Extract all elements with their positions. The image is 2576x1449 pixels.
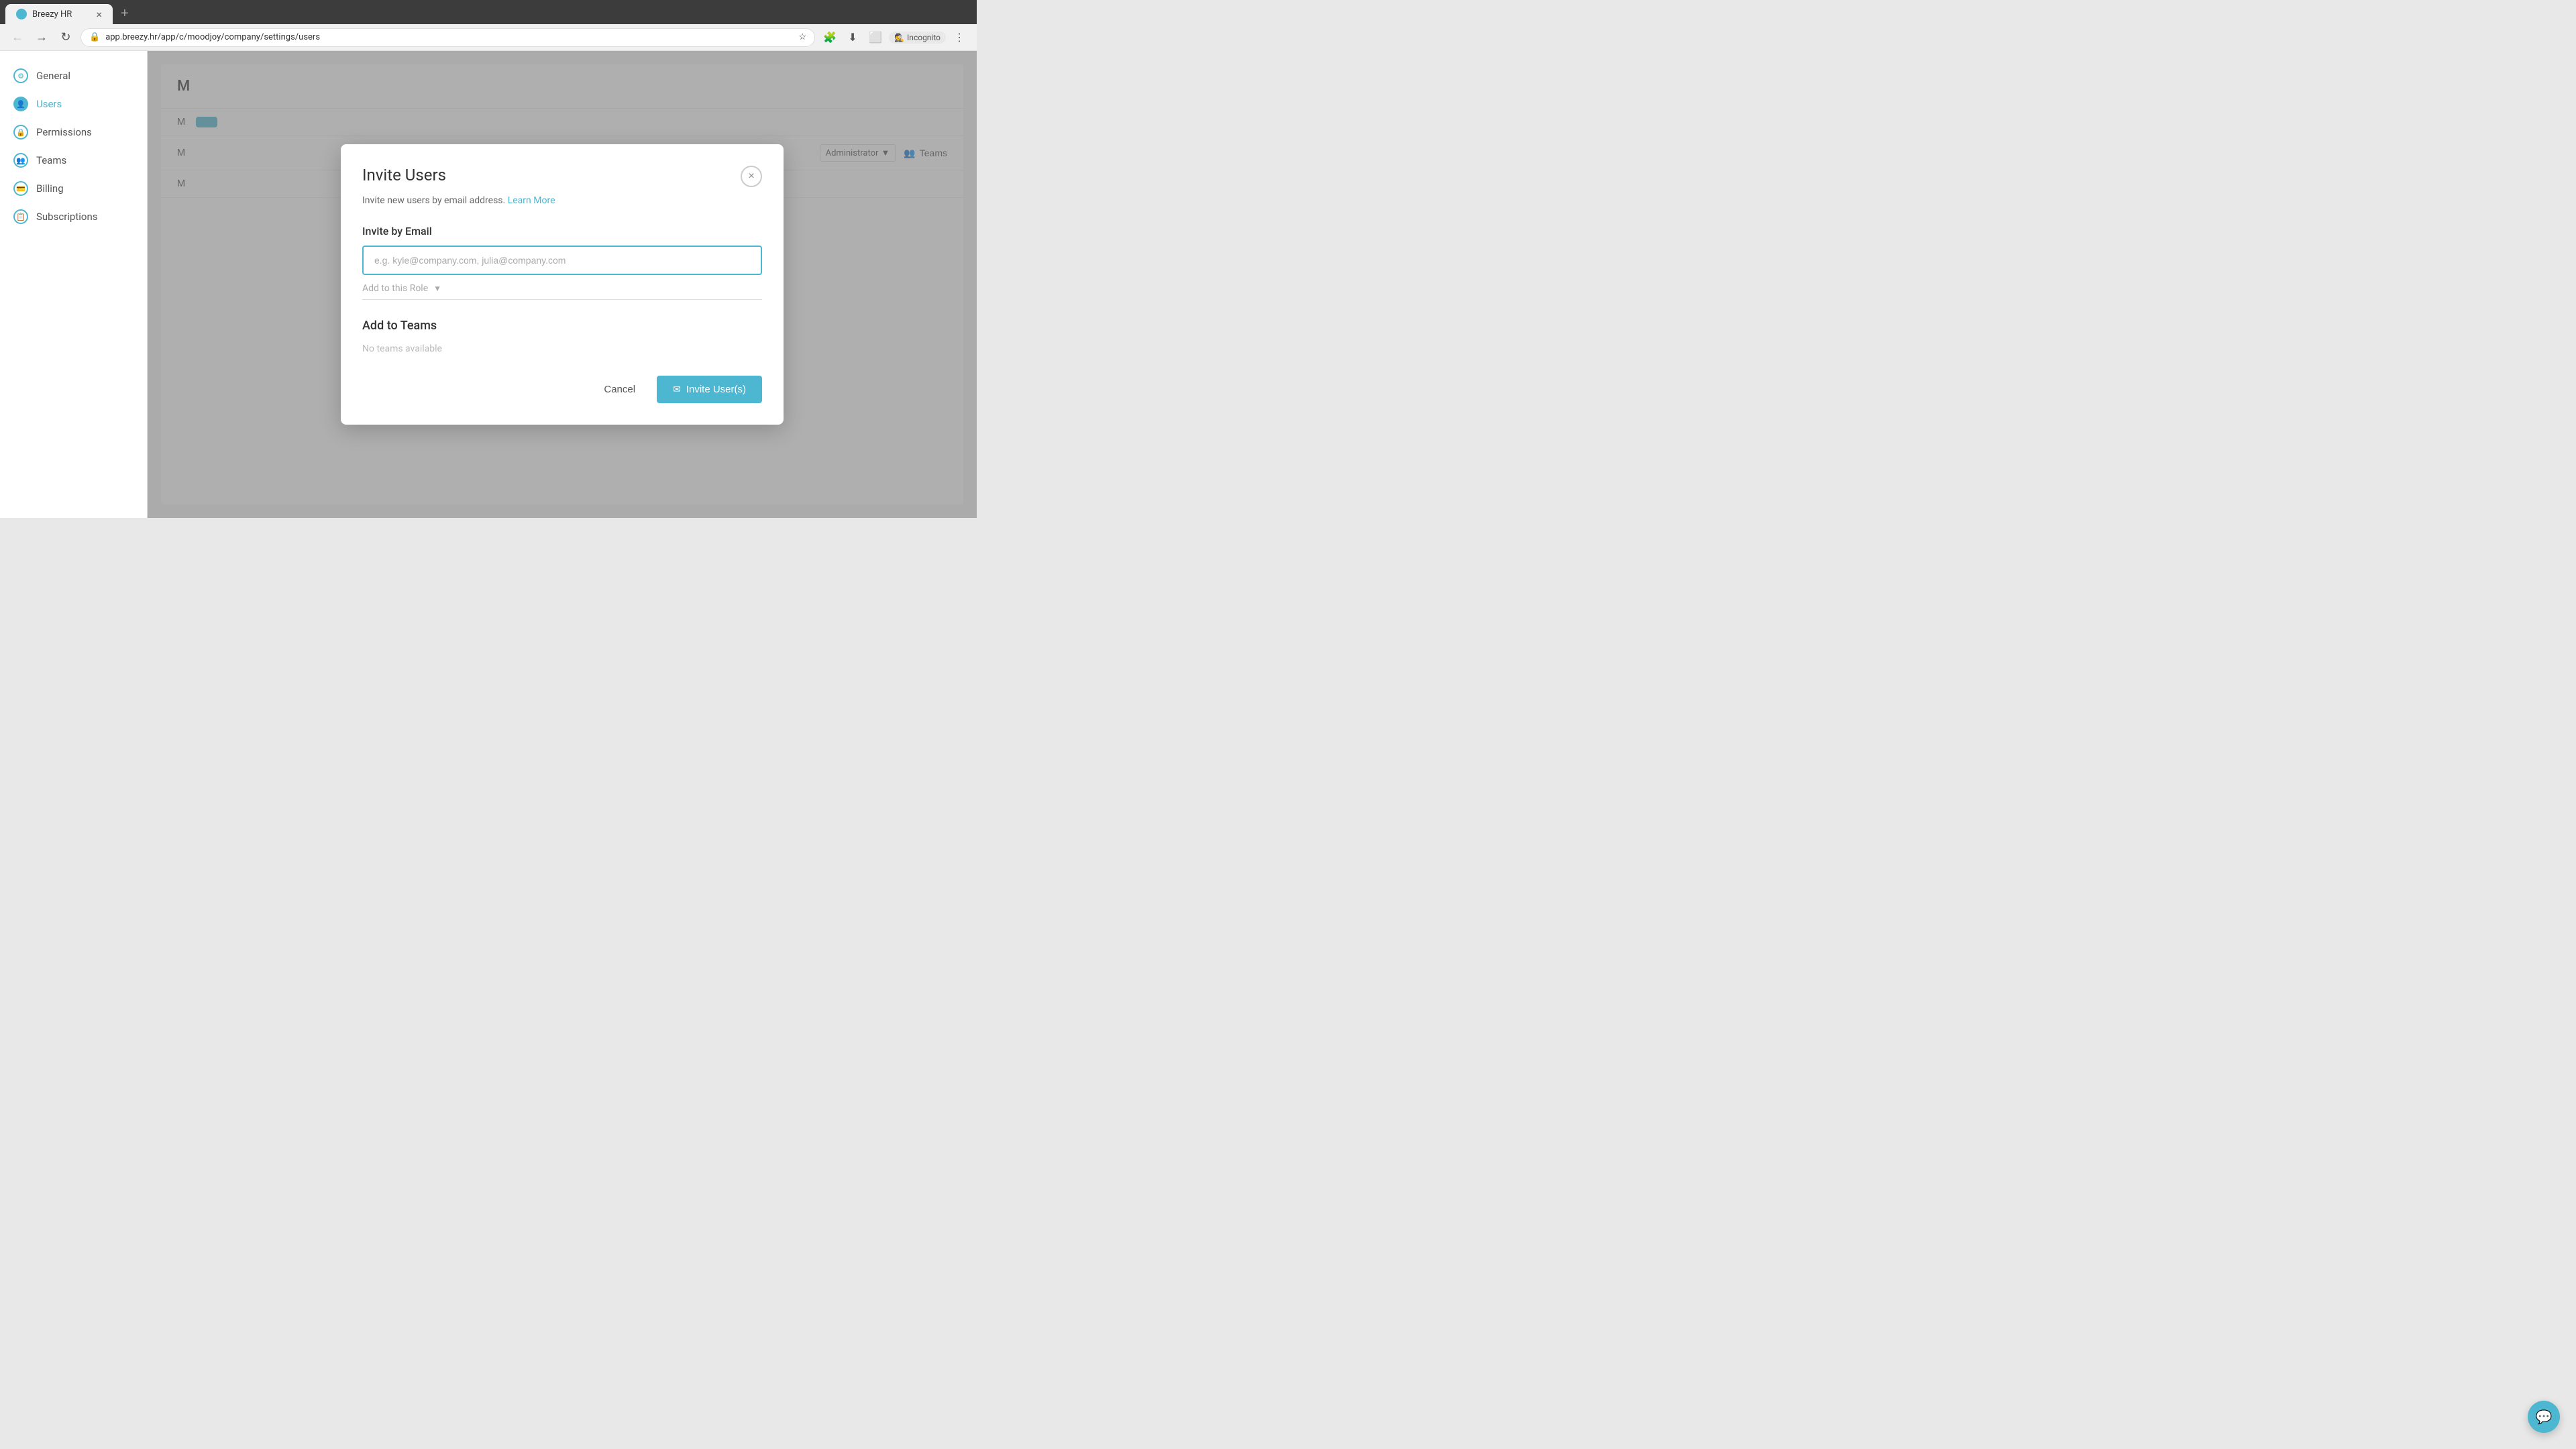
address-bar[interactable]: 🔒 app.breezy.hr/app/c/moodjoy/company/se… [80, 28, 815, 47]
role-dropdown-arrow: ▼ [433, 284, 441, 293]
users-icon: 👤 [13, 97, 28, 111]
modal-close-button[interactable]: × [741, 166, 762, 187]
no-teams-available-text: No teams available [362, 343, 762, 354]
subscriptions-icon: 📋 [13, 209, 28, 224]
permissions-icon: 🔒 [13, 125, 28, 140]
chat-icon: 💬 [2536, 1409, 2553, 1425]
lock-icon: 🔒 [89, 32, 100, 42]
invite-by-email-label: Invite by Email [362, 225, 762, 237]
modal-subtitle-text: Invite new users by email address. [362, 195, 505, 206]
sidebar-item-subscriptions[interactable]: 📋 Subscriptions [0, 203, 147, 231]
sidebar-label-billing: Billing [36, 182, 64, 195]
sidebar-label-general: General [36, 70, 70, 82]
chat-bubble-button[interactable]: 💬 [2528, 1401, 2560, 1433]
page-content: ⚙ General 👤 Users 🔒 Permissions 👥 Teams … [0, 51, 977, 518]
teams-icon: 👥 [13, 153, 28, 168]
bookmark-icon: ☆ [798, 32, 806, 42]
sidebar: ⚙ General 👤 Users 🔒 Permissions 👥 Teams … [0, 51, 148, 518]
role-placeholder-text: Add to this Role [362, 283, 428, 294]
invite-users-modal: Invite Users × Invite new users by email… [341, 144, 784, 425]
add-to-teams-label: Add to Teams [362, 319, 762, 333]
sidebar-label-users: Users [36, 98, 62, 110]
forward-button[interactable]: → [32, 28, 51, 47]
split-screen-button[interactable]: ⬜ [866, 28, 885, 47]
active-browser-tab[interactable]: Breezy HR × [5, 4, 113, 24]
cancel-button[interactable]: Cancel [593, 377, 646, 402]
extensions-button[interactable]: 🧩 [820, 28, 839, 47]
learn-more-link[interactable]: Learn More [508, 195, 555, 206]
email-input[interactable] [362, 246, 762, 275]
sidebar-item-general[interactable]: ⚙ General [0, 62, 147, 90]
back-button[interactable]: ← [8, 28, 27, 47]
toolbar-actions: 🧩 ⬇ ⬜ 🕵 Incognito ⋮ [820, 28, 969, 47]
invite-icon: ✉ [673, 384, 681, 395]
sidebar-label-subscriptions: Subscriptions [36, 211, 97, 223]
reload-button[interactable]: ↻ [56, 28, 75, 47]
close-icon: × [748, 170, 754, 182]
modal-subtitle: Invite new users by email address. Learn… [362, 195, 762, 206]
sidebar-label-permissions: Permissions [36, 126, 92, 138]
invite-btn-label: Invite User(s) [686, 384, 746, 395]
new-tab-button[interactable]: + [115, 3, 134, 24]
tab-title: Breezy HR [32, 9, 72, 19]
modal-header: Invite Users × [362, 166, 762, 187]
tab-favicon [16, 9, 27, 19]
browser-tab-bar: Breezy HR × + [0, 0, 977, 24]
incognito-icon: 🕵 [894, 33, 904, 42]
download-button[interactable]: ⬇ [843, 28, 862, 47]
main-area: M M M Administrator ▼ 👥 Teams [148, 51, 977, 518]
sidebar-item-users[interactable]: 👤 Users [0, 90, 147, 118]
incognito-badge: 🕵 Incognito [889, 32, 946, 44]
invite-users-button[interactable]: ✉ Invite User(s) [657, 376, 762, 403]
general-icon: ⚙ [13, 68, 28, 83]
sidebar-item-billing[interactable]: 💳 Billing [0, 174, 147, 203]
browser-toolbar: ← → ↻ 🔒 app.breezy.hr/app/c/moodjoy/comp… [0, 24, 977, 51]
modal-footer: Cancel ✉ Invite User(s) [362, 376, 762, 403]
sidebar-label-teams: Teams [36, 154, 66, 166]
url-text: app.breezy.hr/app/c/moodjoy/company/sett… [105, 32, 793, 42]
menu-button[interactable]: ⋮ [950, 28, 969, 47]
sidebar-item-permissions[interactable]: 🔒 Permissions [0, 118, 147, 146]
sidebar-item-teams[interactable]: 👥 Teams [0, 146, 147, 174]
tab-close-button[interactable]: × [96, 8, 102, 21]
modal-title: Invite Users [362, 166, 446, 184]
incognito-label: Incognito [907, 33, 941, 42]
billing-icon: 💳 [13, 181, 28, 196]
